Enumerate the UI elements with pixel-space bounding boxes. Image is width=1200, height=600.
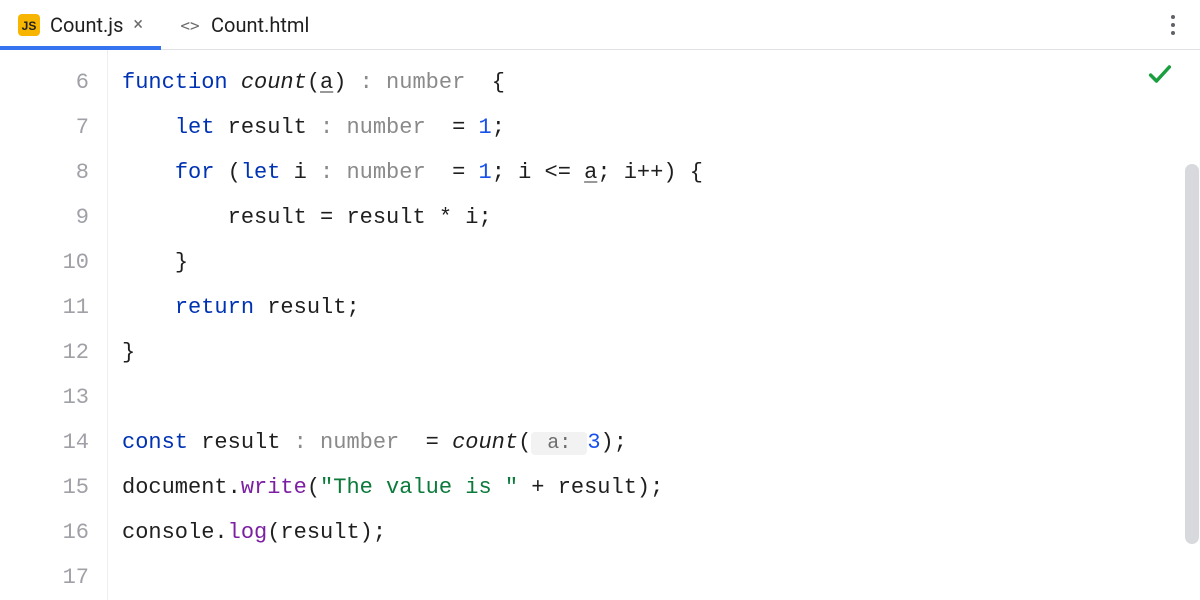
scrollbar-thumb[interactable] [1185,164,1199,544]
code-line[interactable]: } [122,240,1200,285]
code-line[interactable]: } [122,330,1200,375]
line-number: 10 [0,240,89,285]
line-number: 14 [0,420,89,465]
code-line[interactable]: return result; [122,285,1200,330]
line-number: 8 [0,150,89,195]
tab-label: Count.html [211,13,309,37]
js-file-icon: JS [18,14,40,36]
vertical-scrollbar[interactable] [1185,104,1199,594]
line-number: 9 [0,195,89,240]
code-editor[interactable]: 67891011121314151617 function count(a) :… [0,50,1200,600]
code-line[interactable]: for (let i : number = 1; i <= a; i++) { [122,150,1200,195]
line-number: 13 [0,375,89,420]
svg-text:<>: <> [180,16,199,35]
line-number: 7 [0,105,89,150]
line-number-gutter: 67891011121314151617 [0,50,108,600]
code-line[interactable]: function count(a) : number { [122,60,1200,105]
code-line[interactable]: const result : number = count( a: 3); [122,420,1200,465]
html-file-icon: <> [179,14,201,36]
tab-count-js[interactable]: JS Count.js × [0,0,161,49]
code-area[interactable]: function count(a) : number { let result … [108,50,1200,600]
code-line[interactable] [122,555,1200,600]
line-number: 6 [0,60,89,105]
line-number: 11 [0,285,89,330]
tab-label: Count.js [50,13,123,37]
line-number: 16 [0,510,89,555]
code-line[interactable]: console.log(result); [122,510,1200,555]
code-line[interactable] [122,375,1200,420]
tab-count-html[interactable]: <> Count.html [161,0,327,49]
more-actions-button[interactable] [1146,0,1200,49]
code-line[interactable]: document.write("The value is " + result)… [122,465,1200,510]
inspection-ok-icon[interactable] [1146,60,1174,105]
line-number: 15 [0,465,89,510]
code-line[interactable]: let result : number = 1; [122,105,1200,150]
close-icon[interactable]: × [133,16,143,34]
more-vertical-icon [1170,13,1176,37]
line-number: 12 [0,330,89,375]
editor-tabs-bar: JS Count.js × <> Count.html [0,0,1200,50]
line-number: 17 [0,555,89,600]
code-line[interactable]: result = result * i; [122,195,1200,240]
svg-text:JS: JS [22,19,37,33]
